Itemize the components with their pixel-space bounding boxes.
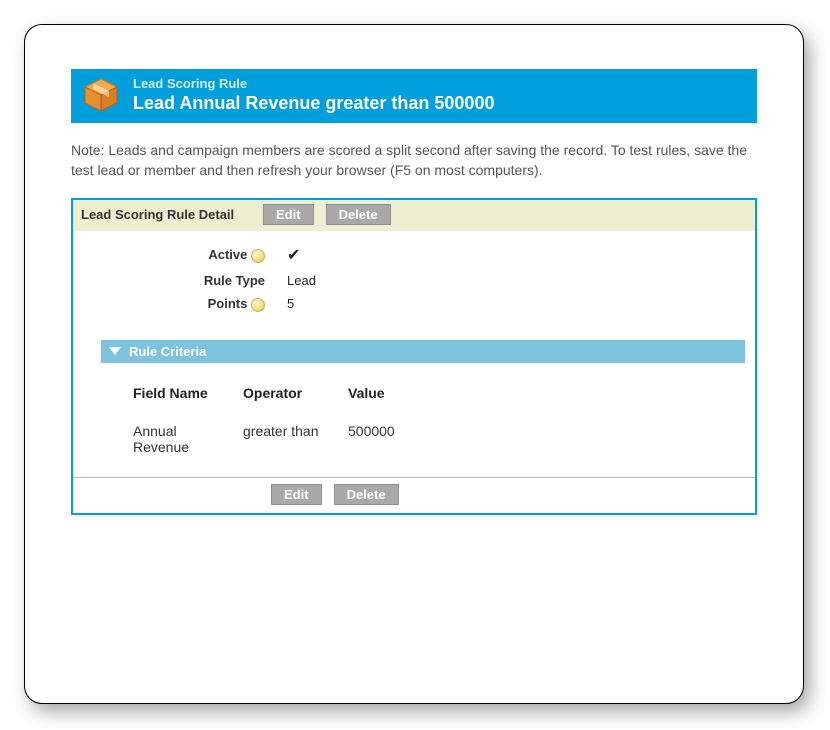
package-icon (81, 75, 121, 115)
criteria-cell-value: 500000 (348, 419, 735, 459)
field-label-active: Active (208, 247, 247, 262)
detail-fields: Active ✔ Rule Type Lead Points (73, 231, 755, 334)
criteria-col-value: Value (348, 381, 735, 419)
page-card: Lead Scoring Rule Lead Annual Revenue gr… (24, 24, 804, 704)
table-row: Annual Revenue greater than 500000 (133, 419, 735, 459)
criteria-table: Field Name Operator Value Annual Revenue… (73, 363, 755, 477)
detail-header: Lead Scoring Rule Detail Edit Delete (73, 200, 755, 231)
delete-button[interactable]: Delete (334, 484, 399, 505)
edit-button[interactable]: Edit (271, 484, 322, 505)
criteria-section-header[interactable]: Rule Criteria (101, 340, 745, 363)
detail-header-title: Lead Scoring Rule Detail (81, 207, 251, 223)
field-label-ruletype: Rule Type (204, 273, 265, 288)
detail-box: Lead Scoring Rule Detail Edit Delete Act… (71, 198, 757, 515)
chevron-down-icon (109, 347, 121, 355)
edit-button[interactable]: Edit (263, 204, 314, 225)
criteria-cell-operator: greater than (243, 419, 348, 459)
criteria-col-operator: Operator (243, 381, 348, 419)
criteria-heading: Rule Criteria (129, 344, 206, 359)
page-banner: Lead Scoring Rule Lead Annual Revenue gr… (71, 69, 757, 123)
delete-button[interactable]: Delete (326, 204, 391, 225)
help-icon[interactable] (251, 298, 265, 312)
banner-kicker: Lead Scoring Rule (133, 76, 494, 92)
field-row-ruletype: Rule Type Lead (73, 269, 755, 292)
field-row-points: Points 5 (73, 292, 755, 316)
field-row-active: Active ✔ (73, 241, 755, 269)
field-value-points: 5 (273, 296, 294, 311)
page-note: Note: Leads and campaign members are sco… (71, 141, 757, 180)
criteria-cell-field: Annual Revenue (133, 419, 243, 459)
detail-footer: Edit Delete (73, 477, 755, 513)
field-value-ruletype: Lead (273, 273, 316, 288)
criteria-col-field: Field Name (133, 381, 243, 419)
criteria-header-row: Field Name Operator Value (133, 381, 735, 419)
help-icon[interactable] (251, 249, 265, 263)
field-value-active: ✔ (273, 245, 300, 265)
banner-title: Lead Annual Revenue greater than 500000 (133, 92, 494, 115)
field-label-points: Points (208, 296, 248, 311)
